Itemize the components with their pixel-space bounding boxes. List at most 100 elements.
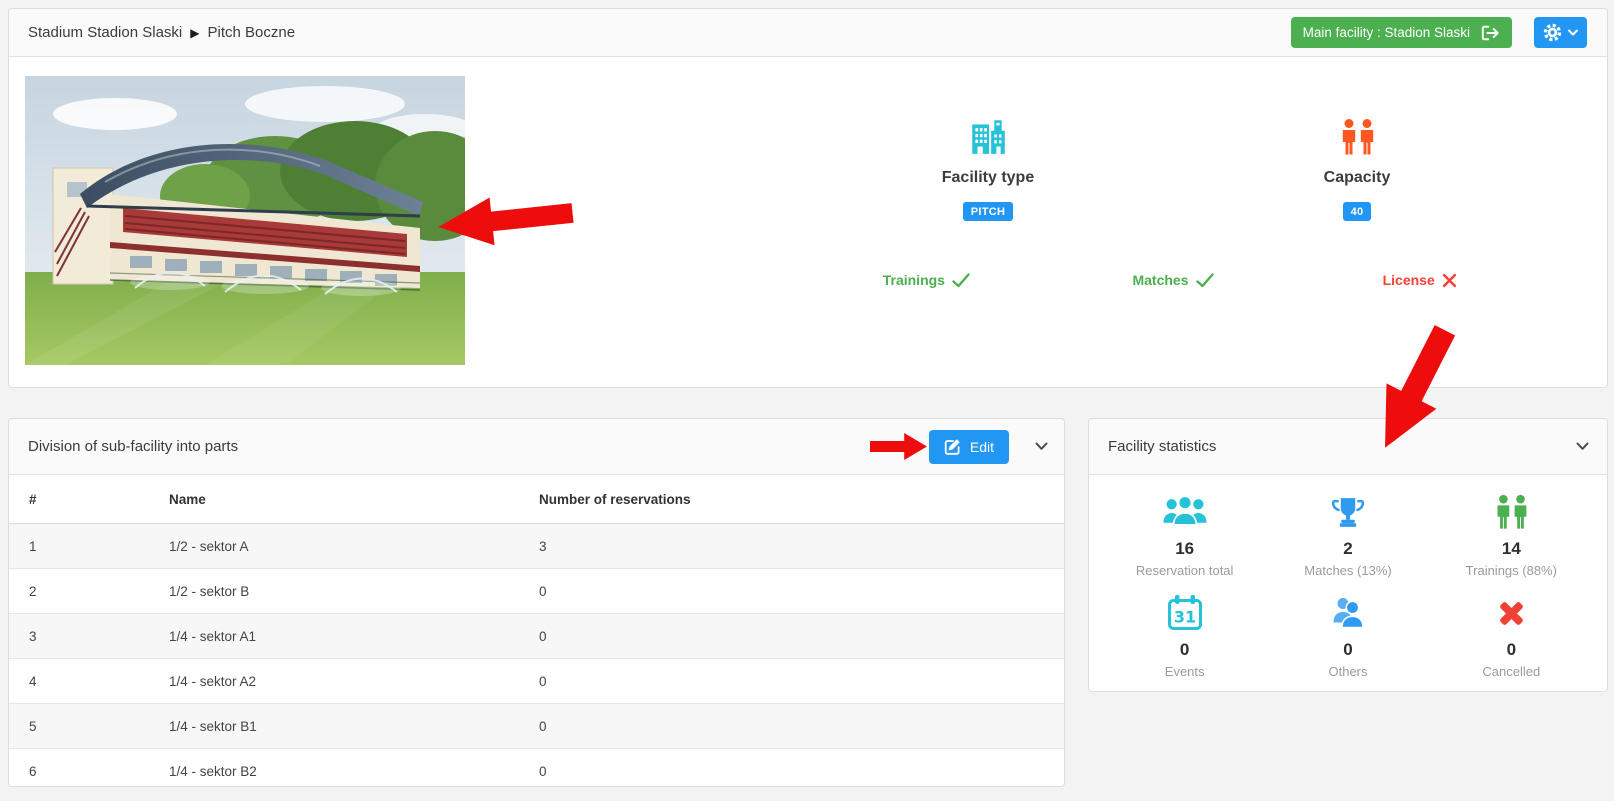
people-icon xyxy=(1430,491,1593,533)
table-row: 1 1/2 - sektor A 3 xyxy=(9,524,1064,569)
gear-icon xyxy=(1543,23,1562,42)
collapse-chevron-icon[interactable] xyxy=(1576,442,1589,451)
column-header-name: Name xyxy=(149,475,519,524)
row-name: 1/4 - sektor A2 xyxy=(149,659,519,704)
flag-trainings: Trainings xyxy=(803,272,1050,288)
chevron-down-icon xyxy=(1568,29,1578,36)
person-icon xyxy=(1266,592,1429,634)
stat-cancelled: 0 Cancelled xyxy=(1430,586,1593,679)
check-icon xyxy=(1196,273,1214,288)
row-reservations: 0 xyxy=(519,614,1064,659)
row-number: 1 xyxy=(9,524,149,569)
capacity-people-icon xyxy=(1164,111,1550,157)
row-name: 1/4 - sektor A1 xyxy=(149,614,519,659)
row-reservations: 0 xyxy=(519,659,1064,704)
facility-overview-card: Stadium Stadion Slaski ▶ Pitch Boczne Ma… xyxy=(8,8,1608,388)
row-name: 1/2 - sektor B xyxy=(149,569,519,614)
stats-panel-header: Facility statistics xyxy=(1089,419,1607,475)
stat-value: 0 xyxy=(1430,640,1593,660)
stats-panel-title: Facility statistics xyxy=(1108,438,1216,455)
table-row: 6 1/4 - sektor B2 0 xyxy=(9,749,1064,794)
division-panel-header: Division of sub-facility into parts Edit xyxy=(9,419,1064,475)
flag-license: License xyxy=(1296,272,1543,288)
row-number: 5 xyxy=(9,704,149,749)
titlebar: Stadium Stadion Slaski ▶ Pitch Boczne Ma… xyxy=(9,9,1607,57)
main-facility-button-label: Main facility : Stadion Slaski xyxy=(1303,25,1470,40)
facility-type-badge: PITCH xyxy=(963,202,1014,221)
division-panel-title: Division of sub-facility into parts xyxy=(28,438,238,455)
edit-button[interactable]: Edit xyxy=(929,430,1009,464)
row-name: 1/4 - sektor B1 xyxy=(149,704,519,749)
flag-matches: Matches xyxy=(1050,272,1297,288)
edit-button-label: Edit xyxy=(970,439,994,455)
capacity-block: Capacity 40 xyxy=(1164,111,1550,221)
table-row: 3 1/4 - sektor A1 0 xyxy=(9,614,1064,659)
stat-value: 16 xyxy=(1103,539,1266,559)
stat-label: Matches (13%) xyxy=(1266,563,1429,578)
flag-matches-label: Matches xyxy=(1132,272,1188,288)
capacity-label: Capacity xyxy=(1164,169,1550,187)
stat-matches: 2 Matches (13%) xyxy=(1266,485,1429,578)
facility-type-block: Facility type PITCH xyxy=(795,111,1181,221)
buildings-icon xyxy=(795,111,1181,157)
breadcrumb-separator-icon: ▶ xyxy=(190,26,199,40)
main-facility-button[interactable]: Main facility : Stadion Slaski xyxy=(1291,17,1512,48)
flag-license-label: License xyxy=(1383,272,1435,288)
table-row: 4 1/4 - sektor A2 0 xyxy=(9,659,1064,704)
row-name: 1/2 - sektor A xyxy=(149,524,519,569)
row-name: 1/4 - sektor B2 xyxy=(149,749,519,794)
edit-pencil-icon xyxy=(944,438,961,455)
stat-value: 14 xyxy=(1430,539,1593,559)
breadcrumb-current: Pitch Boczne xyxy=(207,24,295,41)
division-actions: Edit xyxy=(929,430,1048,464)
row-number: 3 xyxy=(9,614,149,659)
facility-flags: Trainings Matches License xyxy=(803,272,1543,288)
x-icon xyxy=(1442,273,1457,288)
table-row: 2 1/2 - sektor B 0 xyxy=(9,569,1064,614)
row-reservations: 0 xyxy=(519,749,1064,794)
table-header-row: # Name Number of reservations xyxy=(9,475,1064,524)
row-reservations: 3 xyxy=(519,524,1064,569)
stat-value: 0 xyxy=(1103,640,1266,660)
stats-grid: 16 Reservation total 2 Matches (13%) xyxy=(1089,475,1607,691)
calendar-icon: 31 xyxy=(1103,592,1266,634)
calendar-day-text: 31 xyxy=(1174,608,1196,627)
stat-label: Trainings (88%) xyxy=(1430,563,1593,578)
capacity-badge: 40 xyxy=(1343,202,1372,221)
stat-others: 0 Others xyxy=(1266,586,1429,679)
stat-value: 0 xyxy=(1266,640,1429,660)
row-reservations: 0 xyxy=(519,569,1064,614)
cancelled-x-icon xyxy=(1430,592,1593,634)
facility-page: Stadium Stadion Slaski ▶ Pitch Boczne Ma… xyxy=(0,0,1614,801)
titlebar-actions: Main facility : Stadion Slaski xyxy=(1291,17,1587,48)
breadcrumb: Stadium Stadion Slaski ▶ Pitch Boczne xyxy=(28,24,295,41)
sign-out-icon xyxy=(1480,24,1500,42)
facility-photo xyxy=(25,76,465,365)
row-number: 2 xyxy=(9,569,149,614)
stat-trainings: 14 Trainings (88%) xyxy=(1430,485,1593,578)
settings-button[interactable] xyxy=(1534,17,1587,48)
stat-value: 2 xyxy=(1266,539,1429,559)
stat-reservation-total: 16 Reservation total xyxy=(1103,485,1266,578)
trophy-icon xyxy=(1266,491,1429,533)
division-panel: Division of sub-facility into parts Edit xyxy=(8,418,1065,787)
collapse-chevron-icon[interactable] xyxy=(1035,442,1048,451)
row-number: 6 xyxy=(9,749,149,794)
breadcrumb-parent: Stadium Stadion Slaski xyxy=(28,24,182,41)
row-number: 4 xyxy=(9,659,149,704)
stat-label: Cancelled xyxy=(1430,664,1593,679)
stat-label: Events xyxy=(1103,664,1266,679)
table-row: 5 1/4 - sektor B1 0 xyxy=(9,704,1064,749)
row-reservations: 0 xyxy=(519,704,1064,749)
facility-type-label: Facility type xyxy=(795,169,1181,187)
stats-panel: Facility statistics 16 Reservation tot xyxy=(1088,418,1608,692)
check-icon xyxy=(952,273,970,288)
column-header-num: # xyxy=(9,475,149,524)
stat-label: Others xyxy=(1266,664,1429,679)
stat-events: 31 0 Events xyxy=(1103,586,1266,679)
column-header-reservations: Number of reservations xyxy=(519,475,1064,524)
stat-label: Reservation total xyxy=(1103,563,1266,578)
flag-trainings-label: Trainings xyxy=(883,272,945,288)
sub-facility-table: # Name Number of reservations 1 1/2 - se… xyxy=(9,475,1064,793)
group-icon xyxy=(1103,491,1266,533)
